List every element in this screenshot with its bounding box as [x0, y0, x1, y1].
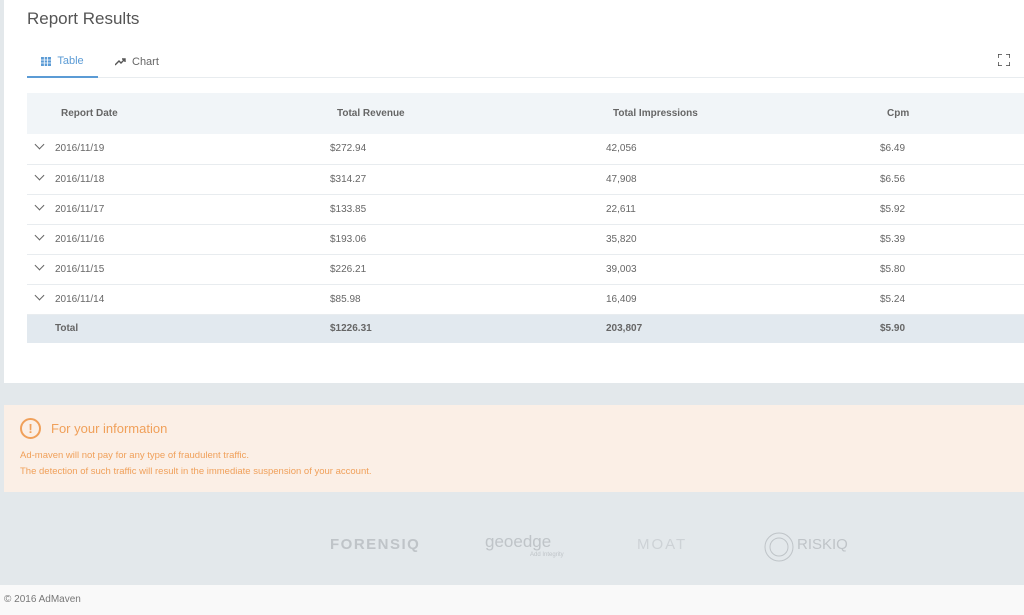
cell-date: 2016/11/15: [27, 254, 330, 285]
cell-text: 16,409: [606, 293, 637, 305]
header-total-revenue[interactable]: Total Revenue: [330, 93, 606, 134]
table-row[interactable]: 2016/11/15 $226.21 39,003 $5.80: [27, 254, 1024, 285]
cell-text: 22,611: [606, 203, 636, 215]
cell-text: 2016/11/15: [55, 263, 105, 275]
cell-impressions: 35,820: [606, 224, 880, 255]
cell-revenue: $85.98: [330, 284, 606, 315]
report-results-card: Report Results Table Chart Report Date T…: [4, 0, 1024, 383]
cell-text: 35,820: [606, 233, 637, 245]
cell-text: 2016/11/18: [55, 173, 105, 185]
chevron-down-icon[interactable]: [34, 170, 45, 180]
header-cpm[interactable]: Cpm: [880, 93, 1024, 134]
cell-impressions: 42,056: [606, 134, 880, 165]
cell-text: $133.85: [330, 203, 367, 215]
cell-impressions: 22,611: [606, 194, 880, 225]
cell-text: 39,003: [606, 263, 637, 275]
info-title: For your information: [51, 421, 168, 436]
chevron-down-icon[interactable]: [34, 139, 45, 150]
tab-table[interactable]: Table: [27, 46, 98, 78]
logo-riskiq: RISKIQ: [797, 536, 848, 553]
chevron-down-icon[interactable]: [34, 200, 45, 210]
tab-chart[interactable]: Chart: [115, 46, 159, 78]
total-cell: Total: [27, 314, 330, 343]
cell-text: 2016/11/17: [55, 203, 105, 215]
cell-text: $5.39: [880, 233, 906, 245]
cell-date: 2016/11/19: [27, 134, 330, 165]
chevron-down-icon[interactable]: [34, 230, 45, 240]
cell-text: 42,056: [606, 143, 637, 155]
partner-logos: FORENSIQ geoedge Add Integrity MOAT RISK…: [0, 530, 1024, 564]
cell-cpm: $5.24: [880, 284, 1024, 315]
header-total-impressions[interactable]: Total Impressions: [606, 93, 880, 134]
cell-cpm: $5.92: [880, 194, 1024, 225]
chevron-down-icon[interactable]: [34, 260, 45, 270]
cell-text: 2016/11/16: [55, 233, 105, 245]
table-row[interactable]: 2016/11/14 $85.98 16,409 $5.24: [27, 284, 1024, 315]
tab-chart-label: Chart: [132, 56, 159, 68]
cell-text: 2016/11/14: [55, 293, 105, 305]
cell-cpm: $6.56: [880, 164, 1024, 195]
total-row: Total $1226.31 203,807 $5.90: [27, 314, 1024, 343]
cell-text: 47,908: [606, 173, 637, 185]
cell-text: $6.56: [880, 173, 906, 185]
total-cell: 203,807: [606, 314, 880, 343]
cell-impressions: 39,003: [606, 254, 880, 285]
table-header-row: Report Date Total Revenue Total Impressi…: [27, 93, 1024, 134]
table-row[interactable]: 2016/11/19 $272.94 42,056 $6.49: [27, 134, 1024, 165]
cell-text: $272.94: [330, 143, 367, 155]
table-row[interactable]: 2016/11/16 $193.06 35,820 $5.39: [27, 224, 1024, 255]
cell-text: $85.98: [330, 293, 361, 305]
header-report-date[interactable]: Report Date: [27, 93, 330, 134]
logo-forensiq: FORENSIQ: [330, 536, 421, 553]
info-line-1: Ad-maven will not pay for any type of fr…: [20, 450, 249, 461]
logo-geoedge: geoedge: [485, 532, 552, 551]
view-tabs: Table Chart: [27, 46, 1024, 78]
cell-revenue: $193.06: [330, 224, 606, 255]
cell-cpm: $6.49: [880, 134, 1024, 165]
cell-revenue: $133.85: [330, 194, 606, 225]
cell-impressions: 16,409: [606, 284, 880, 315]
cell-date: 2016/11/17: [27, 194, 330, 225]
cell-cpm: $5.39: [880, 224, 1024, 255]
cell-text: $6.49: [880, 143, 906, 155]
cell-revenue: $314.27: [330, 164, 606, 195]
info-alert: ! For your information Ad-maven will not…: [4, 405, 1024, 492]
cell-text: $314.27: [330, 173, 367, 185]
cell-text: 2016/11/19: [55, 143, 105, 155]
chevron-down-icon[interactable]: [34, 290, 45, 300]
page-title: Report Results: [27, 9, 140, 28]
cell-text: $5.80: [880, 263, 906, 275]
cell-impressions: 47,908: [606, 164, 880, 195]
table-row[interactable]: 2016/11/17 $133.85 22,611 $5.92: [27, 194, 1024, 225]
trend-icon: [115, 58, 126, 66]
cell-date: 2016/11/18: [27, 164, 330, 195]
table-row[interactable]: 2016/11/18 $314.27 47,908 $6.56: [27, 164, 1024, 195]
tab-table-label: Table: [57, 55, 84, 67]
total-cell: $5.90: [880, 314, 1024, 343]
cell-date: 2016/11/14: [27, 284, 330, 315]
cell-text: $226.21: [330, 263, 367, 275]
cell-date: 2016/11/16: [27, 224, 330, 255]
cell-revenue: $272.94: [330, 134, 606, 165]
cell-text: $5.92: [880, 203, 906, 215]
report-table: Report Date Total Revenue Total Impressi…: [27, 93, 1024, 343]
fullscreen-icon[interactable]: [998, 54, 1010, 66]
cell-cpm: $5.80: [880, 254, 1024, 285]
footer-copyright: © 2016 AdMaven: [0, 585, 1024, 615]
logo-moat: MOAT: [637, 536, 688, 553]
grid-icon: [41, 56, 52, 66]
riskiq-emblem-icon: [764, 532, 794, 562]
total-cell: $1226.31: [330, 314, 606, 343]
cell-revenue: $226.21: [330, 254, 606, 285]
cell-text: $5.24: [880, 293, 906, 305]
logo-geoedge-tagline: Add Integrity: [530, 552, 564, 558]
cell-text: $193.06: [330, 233, 367, 245]
info-line-2: The detection of such traffic will resul…: [20, 466, 372, 477]
exclamation-icon: !: [20, 418, 41, 439]
